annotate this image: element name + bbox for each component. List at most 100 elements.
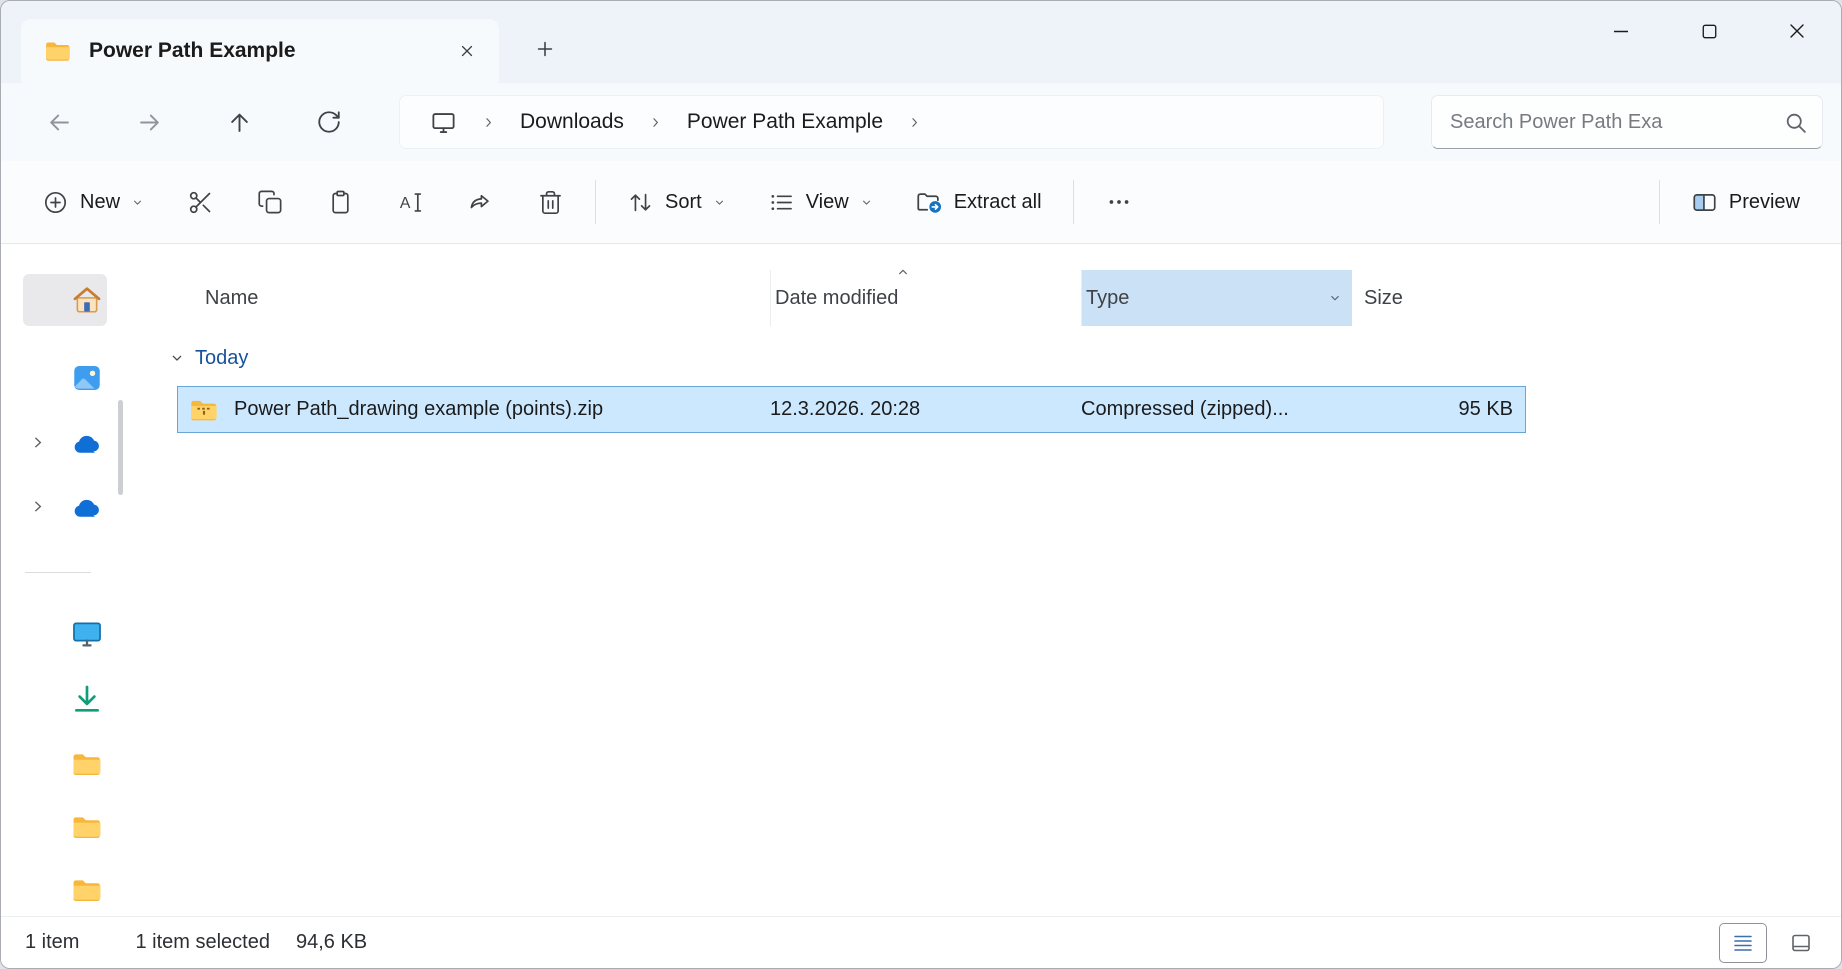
toolbar-divider xyxy=(1072,180,1074,224)
chevron-down-icon[interactable] xyxy=(1328,291,1342,305)
sidebar-expander-onedrive-1[interactable] xyxy=(29,434,46,451)
rename-icon: A xyxy=(397,189,424,216)
preview-pane-icon xyxy=(1691,189,1718,216)
delete-button[interactable] xyxy=(521,174,579,230)
sidebar-item-this-pc[interactable] xyxy=(70,617,104,651)
minimize-button[interactable] xyxy=(1591,5,1651,57)
selection-size: 94,6 KB xyxy=(295,931,368,953)
chevron-down-icon xyxy=(131,196,144,209)
navigation-sidebar xyxy=(1,244,129,916)
details-view-button[interactable] xyxy=(1719,922,1767,963)
column-header-size-label: Size xyxy=(1364,286,1403,309)
ellipsis-icon xyxy=(1106,189,1132,215)
trash-icon xyxy=(537,189,564,216)
item-count: 1 item xyxy=(25,931,80,953)
folder-icon xyxy=(43,36,73,66)
new-tab-button[interactable] xyxy=(523,27,567,71)
refresh-button[interactable] xyxy=(299,95,359,149)
search-input[interactable] xyxy=(1450,110,1783,134)
tab-strip: Power Path Example xyxy=(1,1,1841,83)
tab-power-path-example[interactable]: Power Path Example xyxy=(21,19,499,83)
file-explorer-window: Power Path Example Downloads Power Path … xyxy=(0,0,1842,969)
folder-icon xyxy=(70,747,104,781)
view-toggles xyxy=(1719,922,1825,963)
sidebar-item-gallery[interactable] xyxy=(70,361,104,395)
share-icon xyxy=(467,189,494,216)
sidebar-item-folder-1[interactable] xyxy=(70,747,104,781)
copy-icon xyxy=(257,189,284,216)
plus-circle-icon xyxy=(42,189,69,216)
column-header-type-label: Type xyxy=(1086,286,1130,309)
sidebar-item-downloads[interactable] xyxy=(70,682,104,716)
address-bar: Downloads Power Path Example xyxy=(1,83,1841,161)
extract-all-button[interactable]: Extract all xyxy=(900,174,1057,230)
sidebar-item-folder-3[interactable] xyxy=(70,873,104,907)
gallery-icon xyxy=(70,361,104,395)
content-area: Name Date modified Type Size Today Power… xyxy=(1,244,1841,916)
column-header-name-label: Name xyxy=(205,286,259,309)
breadcrumb: Downloads Power Path Example xyxy=(399,95,1384,149)
up-button[interactable] xyxy=(209,95,269,149)
column-header-date-label: Date modified xyxy=(775,286,899,309)
chevron-down-icon[interactable] xyxy=(169,350,185,366)
cut-button[interactable] xyxy=(171,174,229,230)
chevron-right-icon[interactable] xyxy=(648,115,663,130)
breadcrumb-item-downloads[interactable]: Downloads xyxy=(510,104,634,140)
maximize-button[interactable] xyxy=(1679,5,1739,57)
sidebar-scrollbar[interactable] xyxy=(118,400,123,495)
chevron-down-icon xyxy=(860,196,873,209)
onedrive-cloud-icon xyxy=(70,491,104,525)
window-controls xyxy=(1591,5,1827,57)
file-size: 95 KB xyxy=(1458,398,1513,420)
group-label: Today xyxy=(195,346,249,369)
tab-title: Power Path Example xyxy=(89,39,296,62)
sidebar-expander-onedrive-2[interactable] xyxy=(29,498,46,515)
details-view-icon xyxy=(1731,931,1755,955)
forward-button[interactable] xyxy=(119,95,179,149)
monitor-icon xyxy=(70,617,104,651)
paste-icon xyxy=(327,189,354,216)
extract-all-label: Extract all xyxy=(953,190,1042,213)
onedrive-cloud-icon xyxy=(70,427,104,461)
view-button[interactable]: View xyxy=(753,174,888,230)
thumbnails-view-button[interactable] xyxy=(1777,923,1825,963)
column-header-type[interactable]: Type xyxy=(1082,270,1352,326)
new-button[interactable]: New xyxy=(27,174,159,230)
file-list-area: Name Date modified Type Size Today Power… xyxy=(129,244,1841,916)
back-button[interactable] xyxy=(29,95,89,149)
sidebar-item-onedrive-2[interactable] xyxy=(70,491,104,525)
chevron-right-icon[interactable] xyxy=(907,115,922,130)
close-button[interactable] xyxy=(1767,5,1827,57)
chevron-right-icon xyxy=(29,498,46,515)
status-bar: 1 item 1 item selected 94,6 KB xyxy=(1,916,1841,968)
copy-button[interactable] xyxy=(241,174,299,230)
selection-count: 1 item selected xyxy=(135,931,270,953)
rename-button[interactable]: A xyxy=(381,174,439,230)
group-header-today[interactable]: Today xyxy=(129,338,1841,378)
file-row-selected[interactable]: Power Path_drawing example (points).zip … xyxy=(177,386,1526,433)
thumbnails-view-icon xyxy=(1789,931,1813,955)
column-header-date-modified[interactable]: Date modified xyxy=(771,270,1082,326)
toolbar-divider xyxy=(595,180,597,224)
more-options-button[interactable] xyxy=(1090,174,1148,230)
sidebar-item-folder-2[interactable] xyxy=(70,810,104,844)
tab-close-button[interactable] xyxy=(449,33,485,69)
sidebar-item-home[interactable] xyxy=(70,283,104,317)
view-lines-icon xyxy=(768,189,795,216)
paste-button[interactable] xyxy=(311,174,369,230)
sort-icon xyxy=(627,189,654,216)
sidebar-item-onedrive-1[interactable] xyxy=(70,427,104,461)
preview-button[interactable]: Preview xyxy=(1676,174,1815,230)
chevron-right-icon[interactable] xyxy=(481,115,496,130)
sort-button[interactable]: Sort xyxy=(612,174,741,230)
column-header-name[interactable]: Name xyxy=(177,270,771,326)
search-icon[interactable] xyxy=(1783,110,1808,135)
share-button[interactable] xyxy=(451,174,509,230)
breadcrumb-item-power-path-example[interactable]: Power Path Example xyxy=(677,104,893,140)
scissors-icon xyxy=(187,189,214,216)
monitor-icon[interactable] xyxy=(420,103,467,142)
column-header-size[interactable]: Size xyxy=(1352,270,1528,326)
chevron-down-icon xyxy=(713,196,726,209)
zip-folder-icon xyxy=(188,394,220,426)
file-type: Compressed (zipped)... xyxy=(1081,398,1289,420)
